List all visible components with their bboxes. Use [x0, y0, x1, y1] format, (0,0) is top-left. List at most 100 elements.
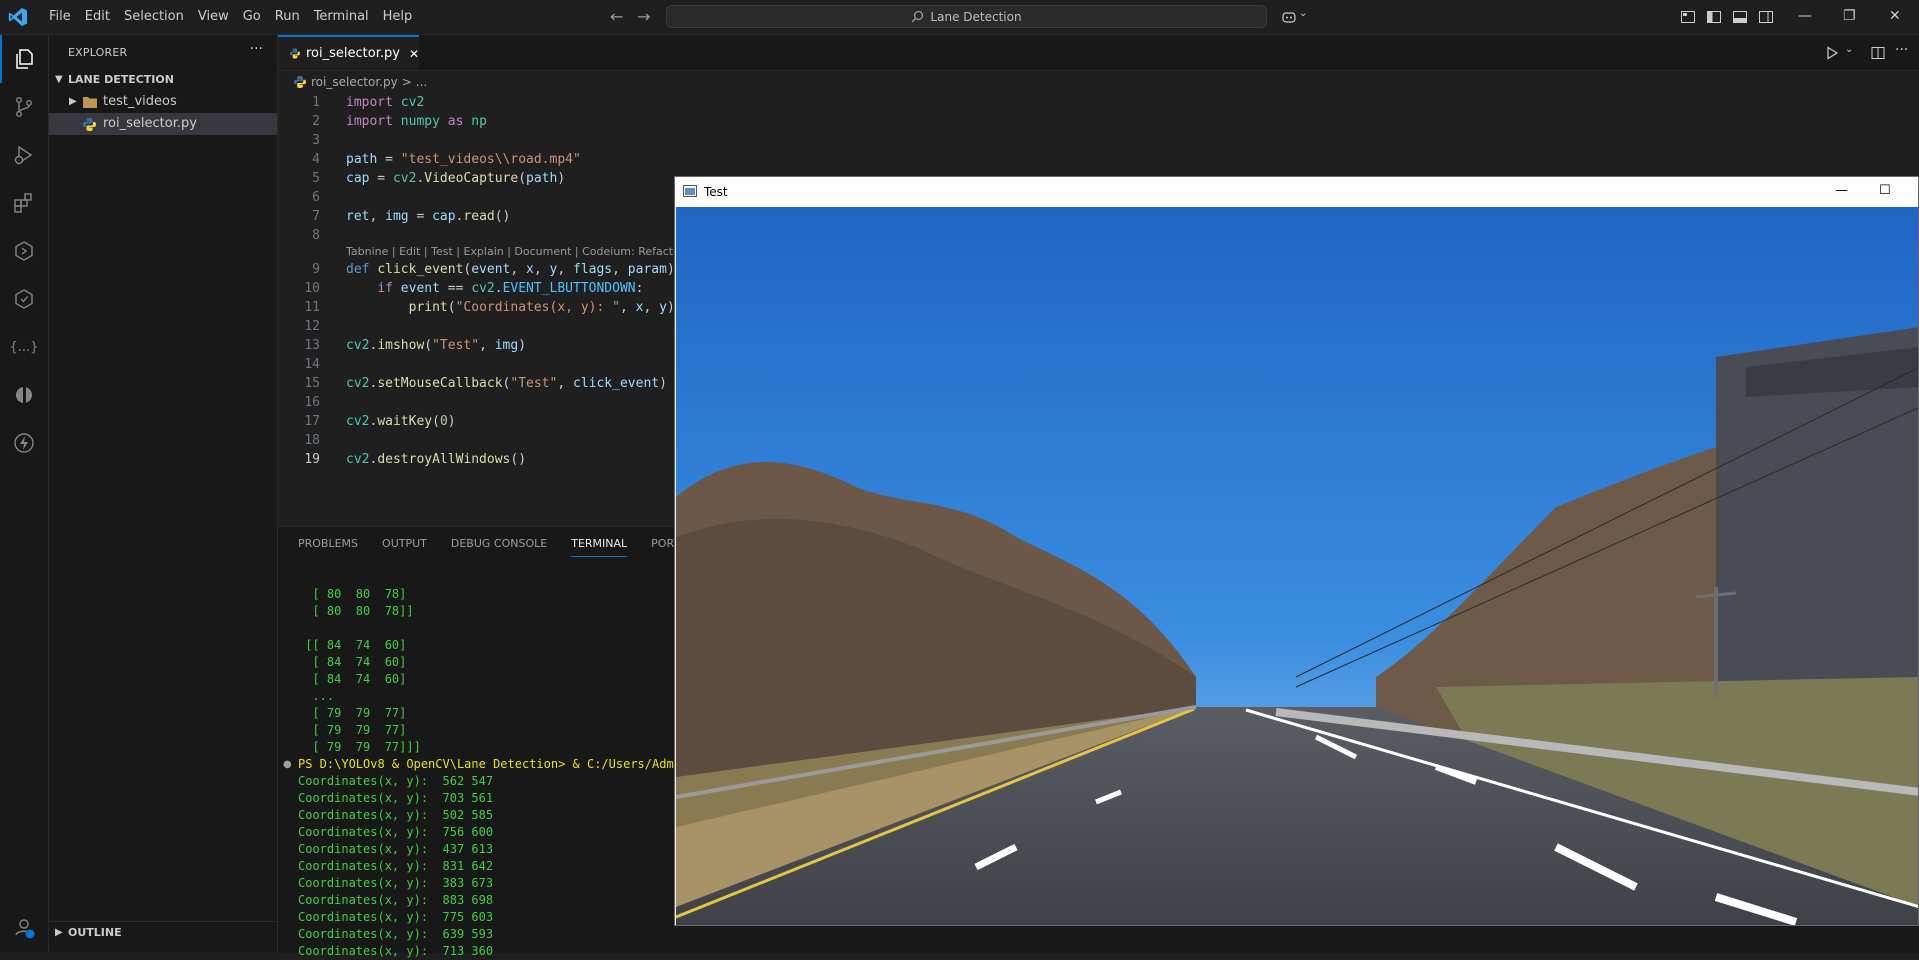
breadcrumb-separator: >	[401, 75, 412, 89]
tab-debug-console[interactable]: DEBUG CONSOLE	[451, 531, 547, 556]
outline-section[interactable]: ▶ OUTLINE	[49, 921, 277, 944]
lightning-icon[interactable]	[0, 419, 48, 467]
extensions-icon[interactable]	[0, 179, 48, 227]
opencv-minimize-icon[interactable]: —	[1835, 183, 1848, 198]
python-file-icon	[83, 118, 96, 131]
menu-help[interactable]: Help	[376, 5, 420, 29]
tab-terminal[interactable]: TERMINAL	[571, 531, 628, 557]
terminal-line: [ 80 80 78]	[298, 587, 407, 601]
line-number: 6	[312, 190, 320, 205]
terminal-coordinates: Coordinates(x, y): 703 561	[298, 791, 494, 805]
line-number: 10	[304, 281, 320, 296]
window-close-icon[interactable]: ✕	[1889, 8, 1901, 24]
toggle-panel-icon[interactable]	[1732, 9, 1748, 25]
workspace-root[interactable]: ▼ LANE DETECTION	[49, 69, 277, 91]
panel-tabs: PROBLEMS OUTPUT DEBUG CONSOLE TERMINAL P…	[298, 527, 711, 560]
terminal-line: [ 79 79 77]]]	[298, 740, 421, 754]
run-and-debug-icon[interactable]	[0, 131, 48, 179]
tab-close-icon[interactable]: ✕	[409, 47, 419, 61]
code-line-9: def click_event(event, x, y, flags, para…	[346, 262, 683, 277]
terminal-line: [ 79 79 77]	[298, 706, 407, 720]
menu-bar: File Edit Selection View Go Run Terminal…	[42, 0, 419, 34]
terminal-coordinates: Coordinates(x, y): 756 600	[298, 825, 494, 839]
python-file-icon	[290, 48, 300, 59]
folder-test-videos[interactable]: ▶ test_videos	[49, 91, 277, 113]
folder-icon	[83, 97, 97, 108]
customize-layout-icon[interactable]	[1680, 9, 1696, 25]
tab-problems[interactable]: PROBLEMS	[298, 531, 358, 556]
copilot-chevron-down-icon[interactable]: ⌄	[1299, 8, 1307, 19]
run-file-icon[interactable]	[1825, 46, 1839, 60]
run-chevron-down-icon[interactable]: ⌄	[1845, 44, 1853, 55]
line-number: 17	[304, 414, 320, 429]
codelens-actions[interactable]: Tabnine | Edit | Test | Explain | Docume…	[346, 244, 692, 260]
terminal-coordinates: Coordinates(x, y): 437 613	[298, 842, 494, 856]
testing-icon[interactable]	[0, 275, 48, 323]
breadcrumb-file[interactable]: roi_selector.py	[311, 75, 398, 89]
explorer-icon[interactable]	[0, 35, 48, 83]
line-number: 18	[304, 433, 320, 448]
toggle-sidebar-icon[interactable]	[1706, 9, 1722, 25]
codeium-icon[interactable]	[0, 371, 48, 419]
breadcrumb-symbol[interactable]: ...	[416, 75, 427, 89]
code-line-1: import cv2	[346, 95, 425, 110]
road-video-frame[interactable]	[676, 207, 1919, 926]
terminal-coordinates: Coordinates(x, y): 562 547	[298, 774, 494, 788]
line-number: 15	[304, 376, 320, 391]
line-number: 13	[304, 338, 320, 353]
opencv-title-bar[interactable]: Test — ☐	[675, 177, 1918, 207]
menu-view[interactable]: View	[191, 5, 236, 29]
opencv-test-window[interactable]: Test — ☐	[674, 176, 1919, 926]
tab-roi-selector[interactable]: roi_selector.py ✕	[278, 35, 419, 70]
line-number: 5	[312, 171, 320, 186]
json-braces-icon[interactable]: {...}	[0, 323, 48, 371]
file-label: roi_selector.py	[103, 116, 197, 131]
opencv-app-icon	[683, 185, 697, 197]
line-number: 8	[312, 228, 320, 243]
code-line-10: if event == cv2.EVENT_LBUTTONDOWN:	[377, 281, 644, 296]
back-arrow-icon[interactable]: ←	[610, 8, 623, 26]
terminal-coordinates: Coordinates(x, y): 883 698	[298, 893, 494, 907]
source-control-icon[interactable]	[0, 83, 48, 131]
menu-file[interactable]: File	[42, 5, 78, 29]
file-roi-selector[interactable]: roi_selector.py	[49, 113, 277, 135]
command-center-search[interactable]: Lane Detection	[666, 5, 1267, 28]
explorer-more-actions[interactable]: ···	[250, 41, 263, 57]
opencv-window-title: Test	[704, 185, 728, 199]
terminal-line: [ 79 79 77]	[298, 723, 407, 737]
activity-bar: {...}	[0, 35, 49, 952]
workspace-root-label: LANE DETECTION	[68, 73, 174, 86]
terminal-coordinates: Coordinates(x, y): 502 585	[298, 808, 494, 822]
menu-terminal[interactable]: Terminal	[307, 5, 376, 29]
account-icon[interactable]	[0, 903, 48, 951]
menu-edit[interactable]: Edit	[78, 5, 117, 29]
menu-run[interactable]: Run	[268, 5, 307, 29]
window-minimize-icon[interactable]: —	[1798, 8, 1812, 24]
forward-arrow-icon[interactable]: →	[637, 8, 650, 26]
terminal-line: [[ 84 74 60]	[298, 638, 407, 652]
menu-go[interactable]: Go	[236, 5, 268, 29]
line-number: 11	[304, 300, 320, 315]
line-number: 12	[304, 319, 320, 334]
folder-label: test_videos	[103, 94, 177, 109]
split-editor-icon[interactable]	[1871, 46, 1885, 60]
line-number-current: 19	[304, 452, 320, 467]
menu-selection[interactable]: Selection	[117, 5, 191, 29]
chevron-right-icon: ▶	[69, 96, 77, 107]
explorer-sidebar: EXPLORER ··· ▼ LANE DETECTION ▶ test_vid…	[49, 35, 278, 952]
terminal-coordinates: Coordinates(x, y): 775 603	[298, 910, 494, 924]
code-line-7: ret, img = cap.read()	[346, 209, 511, 224]
remote-explorer-icon[interactable]	[0, 227, 48, 275]
python-file-icon	[294, 76, 306, 88]
opencv-maximize-icon[interactable]: ☐	[1879, 183, 1891, 198]
more-actions-icon[interactable]: ···	[1895, 42, 1908, 58]
tab-output[interactable]: OUTPUT	[382, 531, 427, 556]
window-restore-icon[interactable]: ❐	[1843, 8, 1856, 24]
code-line-19: cv2.destroyAllWindows()	[346, 452, 527, 467]
line-number: 2	[312, 114, 320, 129]
copilot-icon[interactable]	[1281, 9, 1297, 25]
search-icon	[911, 10, 924, 23]
toggle-secondary-sidebar-icon[interactable]	[1758, 9, 1774, 25]
line-number: 1	[312, 95, 320, 110]
line-number: 4	[312, 152, 320, 167]
